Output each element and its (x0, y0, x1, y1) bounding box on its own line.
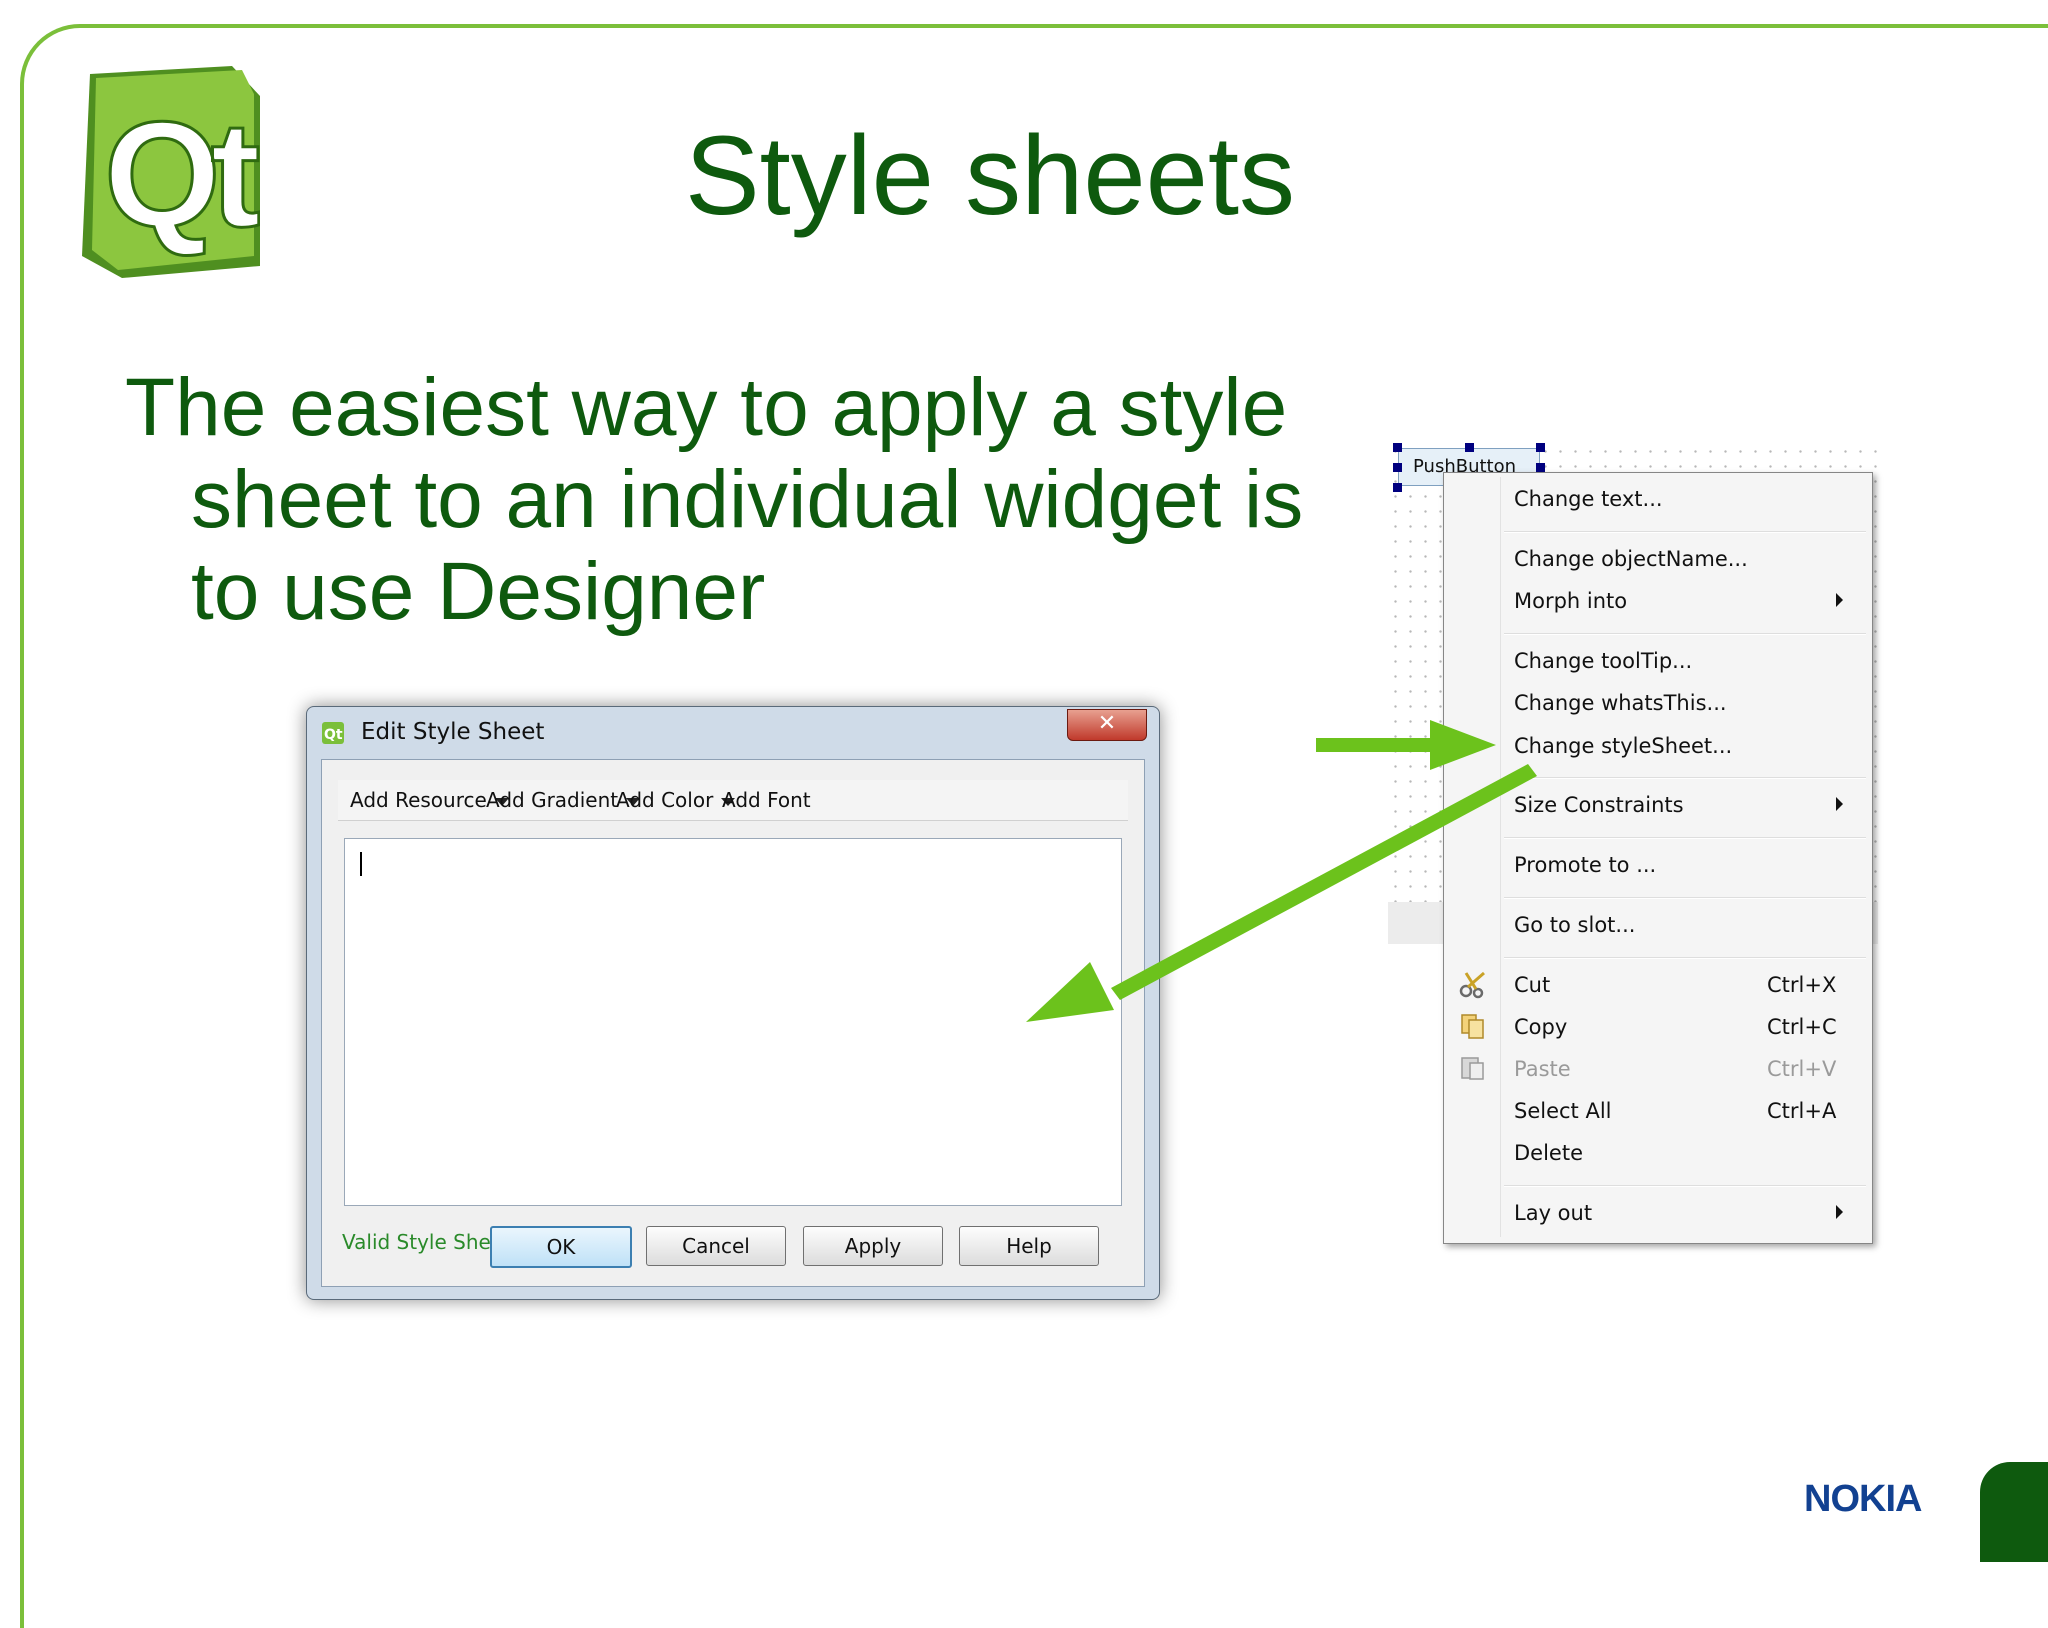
menu-item-go-to-slot[interactable]: Go to slot... (1514, 913, 1635, 937)
menu-separator (1504, 837, 1866, 839)
body-line-1: The easiest way to apply a style (125, 362, 1288, 453)
qt-app-icon: Qt (322, 722, 344, 744)
shortcut-paste: Ctrl+V (1767, 1057, 1837, 1081)
add-color-label: Add Color (616, 788, 714, 812)
close-button[interactable]: ✕ (1067, 709, 1147, 741)
add-gradient-label: Add Gradient (486, 788, 619, 812)
shortcut-select-all: Ctrl+A (1767, 1099, 1837, 1123)
menu-separator (1504, 633, 1866, 635)
menu-item-change-stylesheet[interactable]: Change styleSheet... (1514, 734, 1732, 758)
add-resource-dropdown[interactable]: Add Resource (350, 788, 509, 812)
dialog-body: Add Resource Add Gradient Add Color Add … (321, 759, 1145, 1287)
text-caret (360, 852, 362, 876)
menu-item-morph-into[interactable]: Morph into (1514, 589, 1627, 613)
menu-separator (1504, 1185, 1866, 1187)
qt-logo: Qt (82, 66, 260, 278)
submenu-arrow-icon (1836, 593, 1843, 607)
style-sheet-editor[interactable] (344, 838, 1122, 1206)
add-color-dropdown[interactable]: Add Color (616, 788, 736, 812)
menu-item-promote-to[interactable]: Promote to ... (1514, 853, 1656, 877)
cancel-button[interactable]: Cancel (646, 1226, 786, 1266)
submenu-arrow-icon (1836, 797, 1843, 811)
body-line-2: sheet to an individual widget is (191, 454, 1304, 545)
menu-item-change-objectname[interactable]: Change objectName... (1514, 547, 1748, 571)
menu-icon-gutter (1500, 477, 1501, 1237)
svg-text:Qt: Qt (324, 727, 343, 743)
slide-title: Style sheets (684, 113, 1296, 238)
scissors-icon (1459, 971, 1485, 999)
menu-separator (1504, 531, 1866, 533)
paste-icon (1461, 1057, 1484, 1080)
shortcut-cut: Ctrl+X (1767, 973, 1837, 997)
menu-item-lay-out[interactable]: Lay out (1514, 1201, 1592, 1225)
selection-handle[interactable] (1393, 443, 1402, 452)
menu-item-select-all[interactable]: Select All (1514, 1099, 1612, 1123)
ok-button[interactable]: OK (490, 1226, 632, 1268)
selection-handle[interactable] (1465, 443, 1474, 452)
add-font-button[interactable]: Add Font (722, 788, 811, 812)
close-icon: ✕ (1097, 711, 1117, 736)
nokia-logo: NOKIA (1804, 1478, 1922, 1520)
menu-item-size-constraints[interactable]: Size Constraints (1514, 793, 1684, 817)
slide-body-text: The easiest way to apply a style sheet t… (125, 362, 1355, 638)
menu-item-cut[interactable]: Cut (1514, 973, 1550, 997)
menu-separator (1504, 897, 1866, 899)
help-button[interactable]: Help (959, 1226, 1099, 1266)
menu-item-copy[interactable]: Copy (1514, 1015, 1567, 1039)
svg-text:Qt: Qt (104, 90, 260, 258)
selection-handle[interactable] (1393, 463, 1402, 472)
menu-item-delete[interactable]: Delete (1514, 1141, 1583, 1165)
selection-handle[interactable] (1393, 483, 1402, 492)
submenu-arrow-icon (1836, 1205, 1843, 1219)
menu-separator (1504, 957, 1866, 959)
corner-decoration (1980, 1462, 2048, 1562)
dialog-title: Edit Style Sheet (361, 719, 545, 745)
menu-item-change-text[interactable]: Change text... (1514, 487, 1663, 511)
selection-handle[interactable] (1536, 463, 1545, 472)
selection-handle[interactable] (1536, 443, 1545, 452)
apply-button[interactable]: Apply (803, 1226, 943, 1266)
menu-item-change-tooltip[interactable]: Change toolTip... (1514, 649, 1692, 673)
dialog-toolbar: Add Resource Add Gradient Add Color Add … (338, 780, 1128, 821)
shortcut-copy: Ctrl+C (1767, 1015, 1837, 1039)
validation-status: Valid Style Sheet (342, 1230, 511, 1254)
add-resource-label: Add Resource (350, 788, 487, 812)
context-menu: Change text... Change objectName... Morp… (1443, 472, 1873, 1244)
copy-icon (1461, 1014, 1484, 1039)
edit-style-sheet-dialog: Qt Edit Style Sheet ✕ Add Resource Add G… (306, 706, 1160, 1300)
menu-item-change-whatsthis[interactable]: Change whatsThis... (1514, 691, 1727, 715)
menu-separator (1504, 777, 1866, 779)
body-line-3: to use Designer (191, 546, 766, 637)
menu-item-paste: Paste (1514, 1057, 1571, 1081)
